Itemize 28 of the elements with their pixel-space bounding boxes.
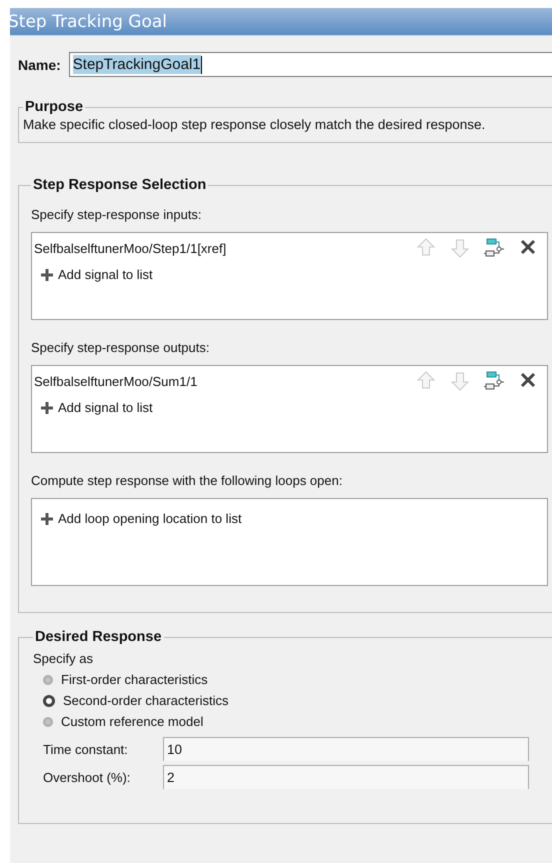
list-label: Specify step-response outputs: [31,340,210,355]
highlight-signal-icon[interactable] [483,237,505,259]
input-field[interactable]: 10 [163,737,529,761]
add-signal-button[interactable]: Add signal to list [40,267,153,282]
plus-icon [40,400,54,414]
plus-icon [40,268,54,282]
radio-option[interactable]: First-order characteristics [43,672,544,687]
add-signal-button[interactable]: Add loop opening location to list [40,511,242,526]
signal-item[interactable]: SelfbalselftunerMoo/Step1/1[xref] [34,240,226,256]
plus-icon [40,512,54,526]
list-label: Specify step-response inputs: [31,207,203,222]
name-field[interactable]: StepTrackingGoal1 [68,52,552,77]
signal-item[interactable]: SelfbalselftunerMoo/Sum1/1 [34,374,198,388]
highlight-signal-icon[interactable] [483,370,505,392]
name-label: Name: [18,56,61,72]
radio-option[interactable]: Second-order characteristics [43,693,544,708]
section-title: Desired Response [34,629,163,645]
field-label: Overshoot (%): [43,770,132,784]
field-label: Time constant: [43,742,129,756]
add-signal-button[interactable]: Add signal to list [40,400,153,415]
purpose-text: Make specific closed-loop step response closely match the desired response. [23,116,486,134]
section-title: Purpose [24,99,84,115]
section-title: Step Response Selection [32,177,208,193]
specify-label: Specify as [33,651,94,666]
list-label: Compute step response with the following loops open: [31,473,344,488]
input-field[interactable]: 2 [163,765,529,789]
radio-option[interactable]: Custom reference model [43,714,544,729]
window-title: Step Tracking Goal [8,12,168,32]
